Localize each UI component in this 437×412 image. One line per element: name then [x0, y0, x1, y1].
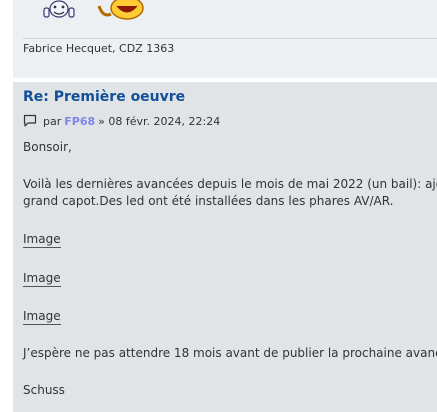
previous-post [13, 0, 437, 78]
thumbs-up-smiley-icon [43, 0, 75, 18]
image-link[interactable]: Image [23, 309, 61, 325]
signature-divider [23, 38, 437, 39]
author-link[interactable]: FP68 [64, 115, 95, 128]
post-date: » 08 févr. 2024, 22:24 [98, 114, 221, 128]
laughing-smiley-icon [97, 0, 144, 20]
image-link[interactable]: Image [23, 271, 61, 287]
post-closing: J’espère ne pas attendre 18 mois avant d… [23, 346, 437, 360]
post-meta: par FP68 » 08 févr. 2024, 22:24 [23, 114, 220, 128]
image-link[interactable]: Image [23, 232, 61, 248]
post-paragraph-line-2: grand capot.Des led ont été installées d… [23, 194, 394, 208]
post-icon[interactable] [23, 114, 37, 128]
post-container [13, 82, 437, 412]
signature: Fabrice Hecquet, CDZ 1363 [23, 42, 175, 55]
post-title[interactable]: Re: Première oeuvre [23, 89, 185, 105]
post-greeting: Bonsoir, [23, 140, 72, 154]
meta-prefix: par [43, 114, 62, 128]
post-signoff: Schuss [23, 383, 65, 397]
post-paragraph-line-1: Voilà les dernières avancées depuis le m… [23, 177, 437, 191]
